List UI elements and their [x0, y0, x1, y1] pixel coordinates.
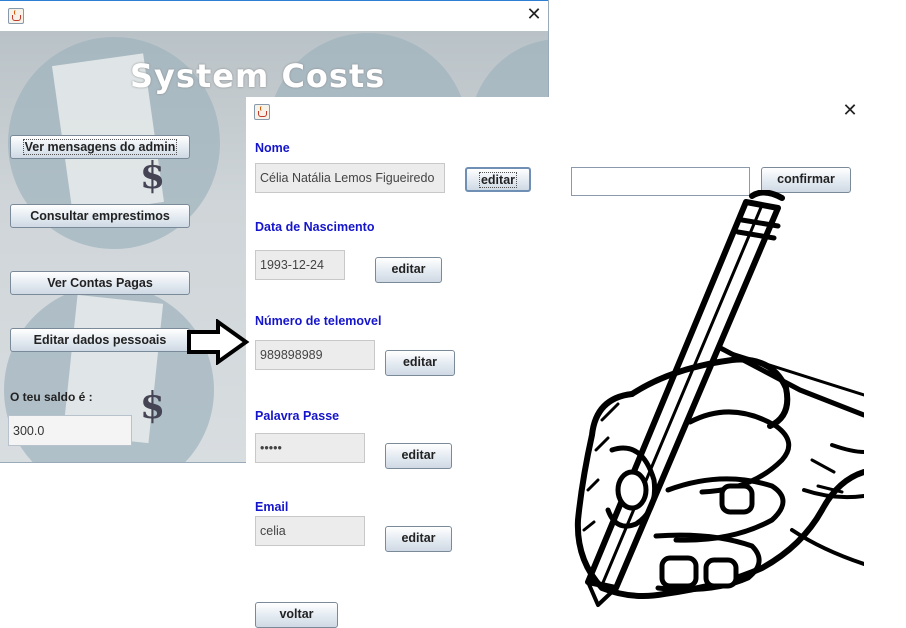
email-field[interactable]: celia [255, 516, 365, 546]
edit-password-button[interactable]: editar [385, 443, 452, 469]
edit-window-titlebar[interactable]: ✕ [246, 97, 906, 127]
name-label: Nome [255, 141, 290, 155]
dollar-icon: $ [140, 155, 166, 197]
edit-phone-button[interactable]: editar [385, 350, 455, 376]
phone-field[interactable]: 989898989 [255, 340, 375, 370]
balance-field[interactable]: 300.0 [8, 415, 132, 446]
back-button[interactable]: voltar [255, 602, 338, 628]
java-cup-icon [8, 8, 24, 24]
arrow-right-icon [187, 319, 250, 365]
dollar-icon: $ [140, 385, 166, 427]
main-window-close-button[interactable]: ✕ [524, 5, 544, 25]
view-admin-messages-label: Ver mensagens do admin [22, 139, 178, 155]
main-window-titlebar[interactable]: ✕ [0, 0, 548, 32]
name-field[interactable]: Célia Natália Lemos Figueiredo [255, 163, 445, 193]
app-title: System Costs [130, 57, 386, 95]
birthdate-field[interactable]: 1993-12-24 [255, 250, 345, 280]
edit-name-button[interactable]: editar [465, 167, 531, 192]
edit-name-button-label: editar [478, 172, 518, 188]
email-label: Email [255, 500, 289, 514]
consult-loans-button[interactable]: Consultar emprestimos [10, 204, 190, 228]
password-label: Palavra Passe [255, 409, 340, 423]
birthdate-label: Data de Nascimento [255, 220, 375, 234]
view-paid-accounts-button[interactable]: Ver Contas Pagas [10, 271, 190, 295]
password-field[interactable]: ••••• [255, 433, 365, 463]
phone-label: Número de telemovel [255, 314, 382, 328]
edit-birthdate-button[interactable]: editar [375, 257, 442, 283]
hand-writing-illustration [574, 190, 864, 607]
edit-personal-data-button[interactable]: Editar dados pessoais [10, 328, 190, 352]
java-cup-icon [254, 104, 270, 120]
edit-window-close-button[interactable]: ✕ [840, 101, 860, 121]
balance-label: O teu saldo é : [10, 390, 93, 404]
edit-email-button[interactable]: editar [385, 526, 452, 552]
